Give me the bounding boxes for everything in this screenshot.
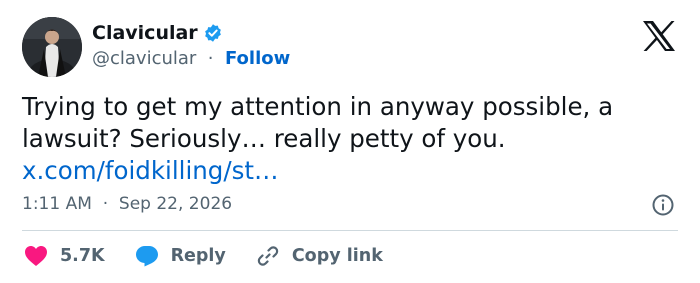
tweet-link[interactable]: x.com/foidkilling/st… — [22, 155, 672, 187]
tweet-actions: 5.7K Reply Copy link — [24, 243, 413, 269]
reply-label: Reply — [170, 246, 226, 266]
tweet-text: Trying to get my attention in anyway pos… — [22, 91, 672, 187]
author-name-row: Clavicular — [92, 22, 223, 44]
copy-link-label: Copy link — [291, 246, 383, 266]
tweet-time: 1:11 AM — [22, 194, 92, 214]
link-icon — [257, 246, 279, 266]
author-handle[interactable]: @clavicular — [92, 48, 196, 69]
reply-button[interactable]: Reply — [135, 245, 226, 267]
tweet-timestamp[interactable]: 1:11 AM · Sep 22, 2026 — [22, 193, 232, 215]
tweet-text-line: Trying to get my attention in anyway pos… — [22, 92, 614, 121]
like-button[interactable]: 5.7K — [24, 245, 105, 267]
author-name[interactable]: Clavicular — [92, 22, 198, 44]
author-handle-row: @clavicular · Follow — [92, 48, 290, 70]
verified-badge-icon — [203, 23, 223, 43]
timestamp-separator: · — [97, 194, 114, 214]
follow-button[interactable]: Follow — [225, 48, 290, 69]
heart-icon — [25, 246, 47, 266]
info-icon[interactable] — [651, 193, 675, 217]
like-count: 5.7K — [60, 246, 105, 266]
reply-icon — [135, 246, 158, 267]
tweet-text-line: lawsuit? Seriously… really petty of you. — [22, 124, 506, 153]
avatar-photo — [22, 17, 82, 77]
x-logo-icon[interactable] — [641, 20, 677, 52]
tweet-date: Sep 22, 2026 — [118, 194, 233, 214]
copy-link-button[interactable]: Copy link — [256, 244, 383, 268]
handle-separator: · — [202, 48, 220, 69]
divider — [22, 230, 678, 231]
avatar[interactable] — [22, 17, 82, 77]
